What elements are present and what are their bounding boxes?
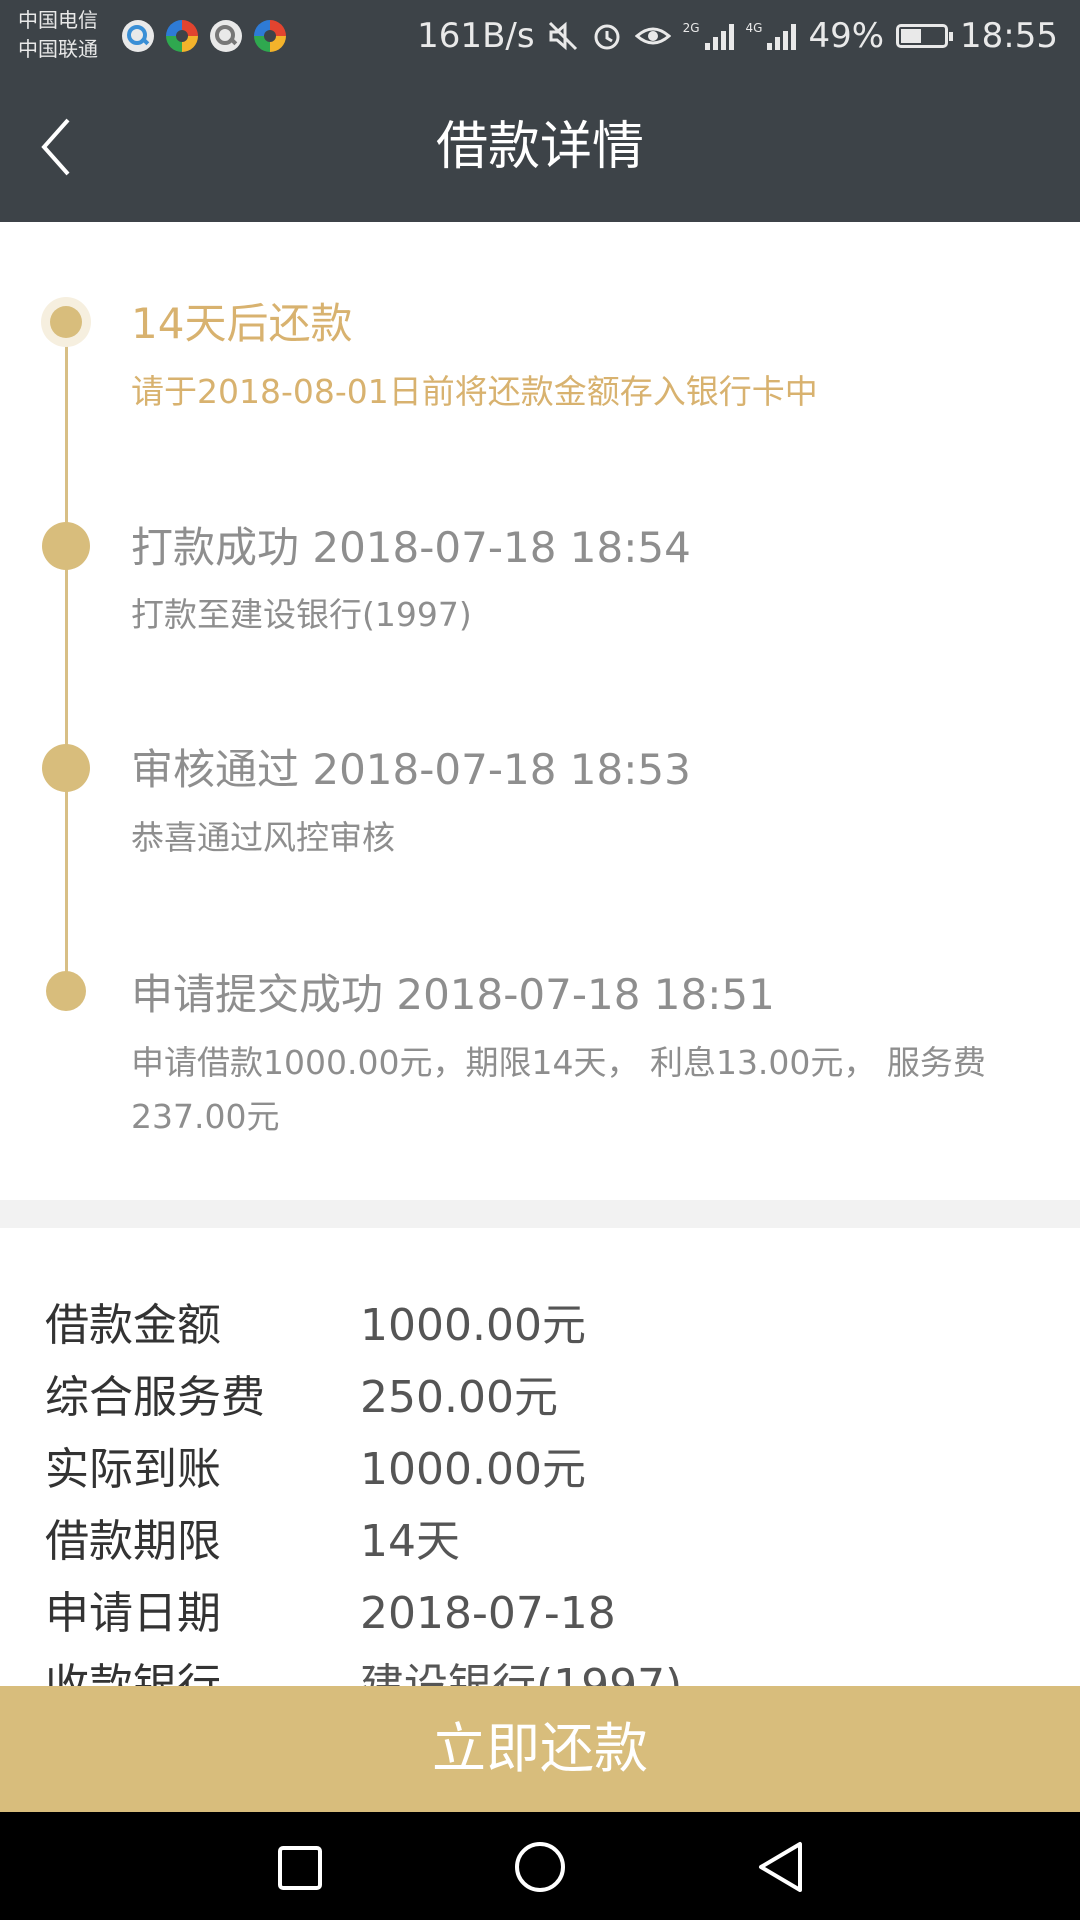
signal-4g-icon: 4G [746, 22, 797, 50]
detail-row: 综合服务费 250.00元 [0, 1362, 1080, 1434]
timeline-dot [42, 744, 90, 792]
status-bar: 中国电信 中国联通 161B/s 2G 4G 49% 18:55 [0, 0, 1080, 72]
alarm-icon [594, 24, 620, 50]
battery-percent: 49% [808, 16, 885, 56]
signal-2g-icon: 2G [683, 22, 734, 50]
net-speed: 161B/s [417, 16, 535, 56]
timeline-dot-current [50, 306, 82, 338]
circle-home-icon [515, 1842, 565, 1892]
repay-now-button[interactable]: 立即还款 [0, 1686, 1080, 1812]
detail-value: 1000.00元 [360, 1300, 586, 1351]
detail-label: 综合服务费 [45, 1372, 265, 1423]
timeline-step-desc: 恭喜通过风控审核 [131, 818, 395, 857]
detail-value: 2018-07-18 [360, 1588, 616, 1639]
detail-value: 建设银行(1997) [360, 1660, 683, 1686]
status-indicators: 161B/s 2G 4G 49% 18:55 [417, 12, 1058, 60]
timeline-step-desc: 请于2018-08-01日前将还款金额存入银行卡中 [131, 372, 818, 411]
timeline-step-title: 申请提交成功 2018-07-18 18:51 [131, 970, 775, 1019]
loan-status-timeline: 14天后还款 请于2018-08-01日前将还款金额存入银行卡中 打款成功 20… [0, 222, 1080, 1200]
detail-row: 收款银行 建设银行(1997) [0, 1650, 1080, 1686]
carrier-1: 中国电信 [18, 8, 98, 32]
detail-value: 1000.00元 [360, 1444, 586, 1495]
detail-label: 借款期限 [45, 1516, 221, 1567]
section-divider [0, 1200, 1080, 1228]
sig2-type: 4G [745, 21, 763, 35]
carrier-2: 中国联通 [18, 37, 98, 61]
battery-icon [896, 24, 954, 48]
timeline-step-title: 审核通过 2018-07-18 18:53 [131, 745, 691, 794]
timeline-dot [46, 971, 86, 1011]
clock: 18:55 [960, 16, 1058, 56]
notification-icons [120, 18, 288, 54]
colorful-app-icon-2 [254, 20, 286, 52]
loan-detail-screen: 中国电信 中国联通 161B/s 2G 4G 49% 18:55 借款详情 14… [0, 0, 1080, 1920]
mute-icon [548, 21, 577, 51]
battery-level-fill [901, 29, 922, 43]
sig1-type: 2G [682, 21, 700, 35]
timeline-step-desc: 打款至建设银行(1997) [131, 595, 472, 634]
triangle-back-icon [759, 1842, 802, 1892]
detail-row: 实际到账 1000.00元 [0, 1434, 1080, 1506]
colorful-app-icon [166, 20, 198, 52]
detail-value: 14天 [360, 1516, 460, 1567]
detail-row: 申请日期 2018-07-18 [0, 1578, 1080, 1650]
carrier-labels: 中国电信 中国联通 [18, 6, 98, 64]
detail-label: 借款金额 [45, 1300, 221, 1351]
detail-value: 250.00元 [360, 1372, 558, 1423]
page-title: 借款详情 [435, 117, 644, 177]
recent-apps-button[interactable] [264, 1832, 334, 1902]
title-bar: 借款详情 [0, 72, 1080, 222]
loan-details-list: 借款金额 1000.00元 综合服务费 250.00元 实际到账 1000.00… [0, 1228, 1080, 1686]
detail-label: 实际到账 [45, 1444, 221, 1495]
browser-q-icon [122, 20, 154, 52]
detail-row: 借款期限 14天 [0, 1506, 1080, 1578]
timeline-line [65, 322, 68, 990]
detail-row: 借款金额 1000.00元 [0, 1290, 1080, 1362]
home-button[interactable] [505, 1832, 575, 1902]
detail-label: 收款银行 [45, 1660, 221, 1686]
timeline-step-desc: 申请借款1000.00元，期限14天， 利息13.00元， 服务费237.00元 [131, 1043, 986, 1136]
browser-q-icon-2 [210, 20, 242, 52]
eye-icon [634, 27, 671, 45]
timeline-step-title: 14天后还款 [131, 299, 353, 348]
timeline-dot [42, 522, 90, 570]
timeline-step-title: 打款成功 2018-07-18 18:54 [131, 523, 691, 572]
detail-label: 申请日期 [45, 1588, 221, 1639]
back-nav-button[interactable] [745, 1832, 815, 1902]
system-navigation-bar [0, 1812, 1080, 1920]
square-recent-apps-icon [278, 1846, 322, 1890]
